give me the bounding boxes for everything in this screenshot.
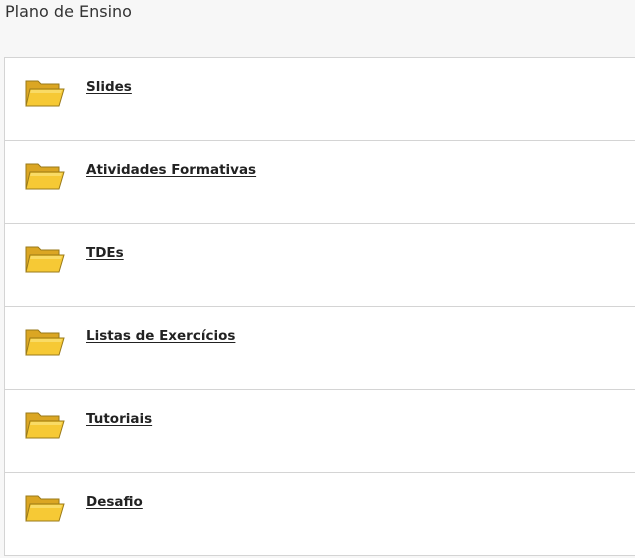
folder-link-listas-de-exercicios[interactable]: Listas de Exercícios <box>86 328 235 344</box>
folder-item: Tutoriais <box>5 390 635 473</box>
folder-item: Desafio <box>5 473 635 556</box>
folder-link-desafio[interactable]: Desafio <box>86 494 143 510</box>
folder-icon <box>25 409 65 441</box>
folder-link-atividades-formativas[interactable]: Atividades Formativas <box>86 162 256 178</box>
folder-list: Slides Atividades Formativas TDEs Listas… <box>4 57 635 556</box>
folder-link-slides[interactable]: Slides <box>86 79 132 95</box>
folder-item: Listas de Exercícios <box>5 307 635 390</box>
folder-item: Atividades Formativas <box>5 141 635 224</box>
folder-item: TDEs <box>5 224 635 307</box>
page: Plano de Ensino Slides Atividades Format… <box>0 0 635 558</box>
folder-item: Slides <box>5 58 635 141</box>
folder-icon <box>25 492 65 524</box>
folder-link-tdes[interactable]: TDEs <box>86 245 124 261</box>
folder-link-tutoriais[interactable]: Tutoriais <box>86 411 152 427</box>
folder-icon <box>25 160 65 192</box>
page-title: Plano de Ensino <box>5 2 132 21</box>
folder-icon <box>25 77 65 109</box>
folder-icon <box>25 326 65 358</box>
folder-icon <box>25 243 65 275</box>
